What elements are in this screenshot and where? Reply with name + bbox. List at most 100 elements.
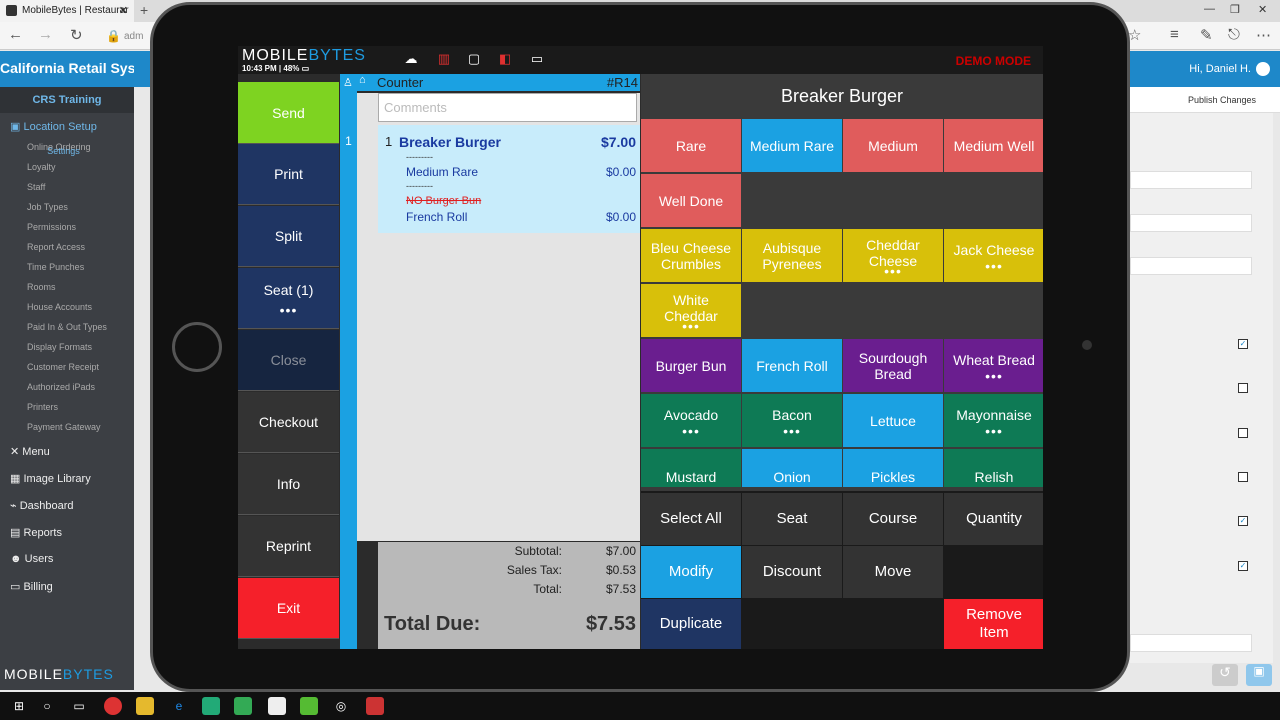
- settings-checkbox[interactable]: ✓: [1238, 516, 1248, 526]
- settings-checkbox[interactable]: ✓: [1238, 561, 1248, 571]
- modifier-button-onion[interactable]: Onion: [742, 449, 842, 487]
- modifier-button-jack-cheese[interactable]: Jack Cheese •••: [944, 229, 1043, 282]
- printer-icon[interactable]: ▥: [435, 51, 453, 69]
- app-icon[interactable]: [202, 697, 220, 715]
- save-icon[interactable]: ▣: [1246, 664, 1272, 686]
- sidebar-sub-item[interactable]: Report Access: [0, 239, 134, 259]
- settings-field[interactable]: [1130, 634, 1252, 652]
- sidebar-header[interactable]: CRS Training: [0, 87, 134, 113]
- settings-checkbox[interactable]: ✓: [1238, 339, 1248, 349]
- duplicate-button[interactable]: Duplicate: [641, 599, 741, 649]
- modifier-button-avocado[interactable]: Avocado •••: [641, 394, 741, 447]
- settings-checkbox[interactable]: [1238, 383, 1248, 393]
- app-icon[interactable]: [300, 697, 318, 715]
- settings-field[interactable]: [1130, 257, 1252, 275]
- new-tab-icon[interactable]: +: [140, 2, 148, 18]
- seat-action-button[interactable]: Seat: [742, 493, 842, 545]
- quantity-button[interactable]: Quantity: [944, 493, 1043, 545]
- modifier-button-mustard[interactable]: Mustard: [641, 449, 741, 487]
- browser-tab[interactable]: MobileBytes | Restaurar ✕: [0, 0, 134, 22]
- sidebar-sub-item[interactable]: House Accounts: [0, 299, 134, 319]
- cortana-icon[interactable]: ○: [38, 697, 56, 715]
- modifier-button-bleu-cheese[interactable]: Bleu Cheese Crumbles: [641, 229, 741, 282]
- sidebar-item-billing[interactable]: ▭ Billing: [0, 574, 134, 601]
- sidebar-item-menu[interactable]: ✕ Menu: [0, 439, 134, 466]
- sidebar-sub-item[interactable]: Display Formats: [0, 339, 134, 359]
- modifier-button-burger-bun[interactable]: Burger Bun: [641, 339, 741, 392]
- file-explorer-icon[interactable]: [136, 697, 154, 715]
- settings-field[interactable]: [1130, 171, 1252, 189]
- bell-icon[interactable]: ⌂: [359, 74, 366, 86]
- comments-input[interactable]: Comments: [378, 93, 637, 122]
- sidebar-item-users[interactable]: ☻ Users: [0, 547, 134, 574]
- move-button[interactable]: Move: [843, 546, 943, 598]
- chrome-icon[interactable]: [104, 697, 122, 715]
- undo-icon[interactable]: ↺: [1212, 664, 1238, 686]
- modifier-button-mayonnaise[interactable]: Mayonnaise •••: [944, 394, 1043, 447]
- more-icon[interactable]: ⋯: [1256, 26, 1271, 44]
- chat-icon[interactable]: ▭: [528, 51, 546, 69]
- modifier-button-relish[interactable]: Relish: [944, 449, 1043, 487]
- task-view-icon[interactable]: ▭: [70, 697, 88, 715]
- exit-button[interactable]: Exit: [238, 578, 339, 639]
- modifier-button-medium[interactable]: Medium: [843, 119, 943, 172]
- edge-icon[interactable]: e: [170, 697, 188, 715]
- close-tab-icon[interactable]: ✕: [119, 4, 128, 17]
- modifier-button-french-roll[interactable]: French Roll: [742, 339, 842, 392]
- sidebar-sub-item[interactable]: Staff: [0, 179, 134, 199]
- select-all-button[interactable]: Select All: [641, 493, 741, 545]
- back-icon[interactable]: ←: [8, 26, 23, 43]
- app-icon[interactable]: [366, 697, 384, 715]
- card-reader-icon[interactable]: ◧: [496, 51, 514, 69]
- sidebar-sub-item[interactable]: Job Types: [0, 199, 134, 219]
- address-bar[interactable]: adm: [124, 31, 143, 42]
- checkout-button[interactable]: Checkout: [238, 392, 339, 453]
- modifier-button-pickles[interactable]: Pickles: [843, 449, 943, 487]
- guest-icon[interactable]: ♙: [343, 76, 353, 89]
- sidebar-sub-item[interactable]: Customer Receipt: [0, 359, 134, 379]
- discount-button[interactable]: Discount: [742, 546, 842, 598]
- maximize-icon[interactable]: ❐: [1230, 3, 1240, 16]
- modifier-button-medium-well[interactable]: Medium Well: [944, 119, 1043, 172]
- settings-checkbox[interactable]: [1238, 472, 1248, 482]
- seat-button[interactable]: Seat (1) •••: [238, 268, 339, 329]
- modifier-button-cheddar[interactable]: Cheddar Cheese •••: [843, 229, 943, 282]
- publish-changes-button[interactable]: Publish Changes: [1130, 87, 1280, 113]
- app-icon[interactable]: [234, 697, 252, 715]
- sidebar-item-image-library[interactable]: ▦ Image Library: [0, 466, 134, 493]
- modifier-button-white-cheddar[interactable]: White Cheddar •••: [641, 284, 741, 337]
- notes-icon[interactable]: ✎: [1200, 26, 1213, 44]
- order-location[interactable]: Counter: [377, 75, 423, 90]
- modifier-button-well-done[interactable]: Well Done: [641, 174, 741, 227]
- modifier-button-rare[interactable]: Rare: [641, 119, 741, 172]
- modifier-button-bacon[interactable]: Bacon •••: [742, 394, 842, 447]
- drawer-icon[interactable]: ▢: [465, 51, 483, 69]
- settings-field[interactable]: [1130, 214, 1252, 232]
- user-menu[interactable]: Hi, Daniel H.: [1189, 62, 1270, 76]
- close-button[interactable]: Close: [238, 330, 339, 391]
- modifier-button-aubisque[interactable]: Aubisque Pyrenees: [742, 229, 842, 282]
- modify-button[interactable]: Modify: [641, 546, 741, 598]
- minimize-icon[interactable]: —: [1204, 3, 1215, 15]
- info-button[interactable]: Info: [238, 454, 339, 515]
- sidebar-sub-item[interactable]: Loyalty: [0, 159, 134, 179]
- app-title[interactable]: California Retail Syst...: [0, 60, 134, 76]
- modifier-button-sourdough[interactable]: Sourdough Bread: [843, 339, 943, 392]
- remove-item-button[interactable]: Remove Item: [944, 599, 1043, 649]
- sidebar-sub-item[interactable]: Paid In & Out Types: [0, 319, 134, 339]
- home-button[interactable]: [172, 322, 222, 372]
- sidebar-item-reports[interactable]: ▤ Reports: [0, 520, 134, 547]
- app-icon[interactable]: ◎: [332, 697, 350, 715]
- modifier-button-medium-rare[interactable]: Medium Rare: [742, 119, 842, 172]
- sidebar-sub-item[interactable]: Payment Gateway: [0, 419, 134, 439]
- windows-start-icon[interactable]: ⊞: [10, 697, 28, 715]
- cloud-upload-icon[interactable]: ☁: [402, 51, 420, 69]
- print-button[interactable]: Print: [238, 144, 339, 205]
- close-window-icon[interactable]: ✕: [1258, 3, 1267, 16]
- send-button[interactable]: Send: [238, 82, 339, 144]
- settings-checkbox[interactable]: [1238, 428, 1248, 438]
- modifier-button-wheat-bread[interactable]: Wheat Bread •••: [944, 339, 1043, 392]
- sidebar-item-location-setup[interactable]: ▣ Location Setup: [0, 113, 134, 139]
- favorite-star-icon[interactable]: ☆: [1128, 26, 1141, 44]
- course-button[interactable]: Course: [843, 493, 943, 545]
